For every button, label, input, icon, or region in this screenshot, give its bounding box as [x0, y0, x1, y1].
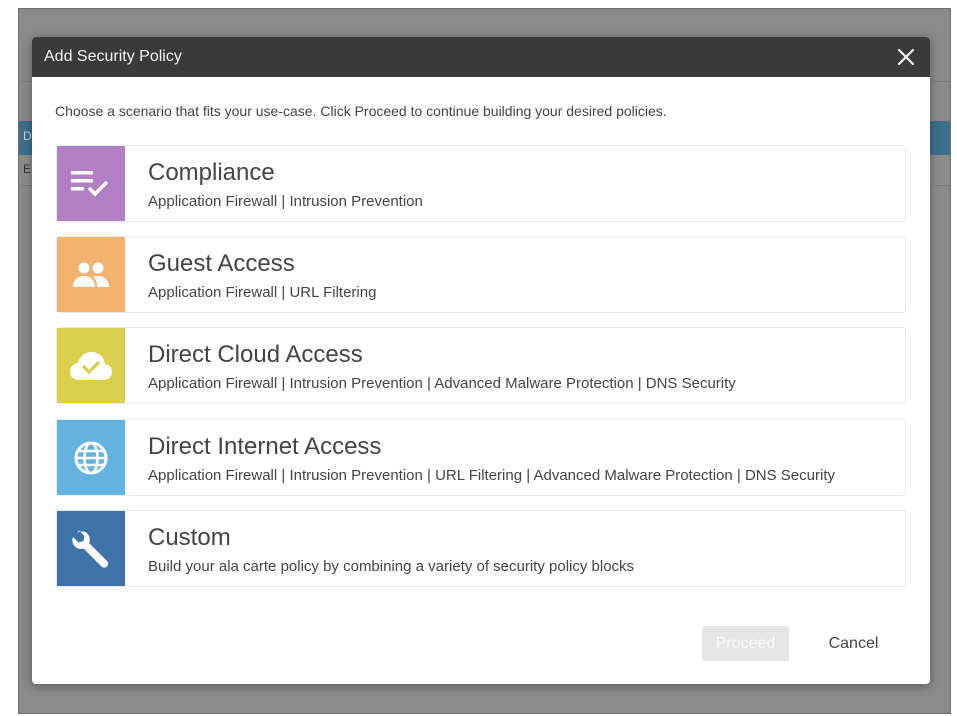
scenario-direct-internet-access[interactable]: Direct Internet Access Application Firew…	[56, 419, 906, 496]
scenario-title: Custom	[148, 524, 231, 551]
close-icon	[897, 48, 915, 66]
scenario-subtitle: Build your ala carte policy by combining…	[148, 558, 635, 575]
dialog-title: Add Security Policy	[44, 48, 182, 65]
cancel-button[interactable]: Cancel	[811, 626, 896, 661]
scenario-title: Direct Internet Access	[148, 433, 382, 460]
proceed-button[interactable]: Proceed	[702, 626, 789, 661]
checklist-icon	[71, 170, 109, 196]
scenario-direct-cloud-access[interactable]: Direct Cloud Access Application Firewall…	[56, 327, 906, 404]
scenario-subtitle: Application Firewall | Intrusion Prevent…	[148, 375, 736, 392]
dialog-header: Add Security Policy	[32, 37, 930, 77]
people-icon	[73, 262, 109, 287]
scenario-compliance[interactable]: Compliance Application Firewall | Intrus…	[56, 145, 906, 222]
cloud-check-icon	[70, 351, 112, 380]
scenario-icon-box	[57, 420, 125, 495]
scenario-icon-box	[57, 146, 125, 221]
scenario-subtitle: Application Firewall | Intrusion Prevent…	[148, 467, 835, 484]
globe-icon	[74, 441, 108, 474]
scenario-title: Compliance	[148, 159, 275, 186]
scenario-custom[interactable]: Custom Build your ala carte policy by co…	[56, 510, 906, 587]
scenario-title: Direct Cloud Access	[148, 341, 363, 368]
scenario-subtitle: Application Firewall | URL Filtering	[148, 284, 377, 301]
scenario-icon-box	[57, 328, 125, 403]
background-row-text: E	[23, 162, 32, 176]
add-security-policy-dialog: Add Security Policy Choose a scenario th…	[32, 37, 930, 684]
scenario-guest-access[interactable]: Guest Access Application Firewall | URL …	[56, 236, 906, 313]
scenario-subtitle: Application Firewall | Intrusion Prevent…	[148, 193, 423, 210]
close-button[interactable]	[894, 45, 918, 69]
background-header-text: D	[23, 129, 32, 143]
scenario-icon-box	[57, 511, 125, 586]
scenario-icon-box	[57, 237, 125, 312]
scenario-title: Guest Access	[148, 250, 295, 277]
dialog-instructions: Choose a scenario that fits your use-cas…	[55, 103, 667, 119]
wrench-icon	[72, 530, 109, 568]
